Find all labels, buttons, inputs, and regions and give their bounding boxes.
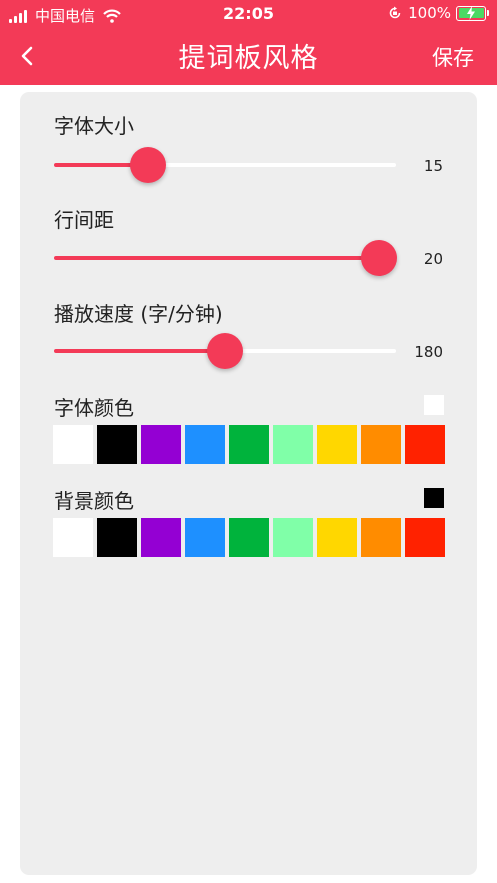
font-color-swatch[interactable] bbox=[405, 425, 445, 464]
font-size-slider[interactable] bbox=[54, 145, 396, 185]
speed-value: 180 bbox=[414, 343, 443, 361]
font-color-preview bbox=[424, 395, 444, 415]
bg-color-swatch[interactable] bbox=[317, 518, 357, 557]
bg-color-swatch[interactable] bbox=[405, 518, 445, 557]
slider-thumb[interactable] bbox=[207, 333, 243, 369]
font-color-swatch[interactable] bbox=[273, 425, 313, 464]
font-color-label: 字体颜色 bbox=[54, 396, 134, 420]
save-button[interactable]: 保存 bbox=[432, 42, 474, 72]
bg-color-swatch[interactable] bbox=[361, 518, 401, 557]
page-title: 提词板风格 bbox=[178, 43, 319, 74]
font-size-value: 15 bbox=[423, 157, 443, 175]
font-color-swatch[interactable] bbox=[229, 425, 269, 464]
font-color-swatch[interactable] bbox=[53, 425, 93, 464]
font-color-swatch[interactable] bbox=[361, 425, 401, 464]
slider-thumb[interactable] bbox=[130, 147, 167, 183]
status-bar: 中国电信 22:05 100% bbox=[0, 0, 497, 28]
bg-color-label: 背景颜色 bbox=[54, 489, 134, 513]
bg-color-swatch[interactable] bbox=[185, 518, 225, 557]
bg-color-swatch[interactable] bbox=[273, 518, 313, 557]
font-color-swatch[interactable] bbox=[97, 425, 137, 464]
bg-color-swatch[interactable] bbox=[53, 518, 93, 557]
line-spacing-label: 行间距 bbox=[54, 208, 114, 232]
battery-percent: 100% bbox=[408, 4, 451, 22]
bg-color-swatch[interactable] bbox=[141, 518, 181, 557]
line-spacing-slider[interactable] bbox=[54, 238, 397, 278]
orientation-lock-icon bbox=[389, 6, 401, 19]
font-color-swatch[interactable] bbox=[317, 425, 357, 464]
font-color-palette bbox=[53, 425, 445, 464]
font-size-label: 字体大小 bbox=[54, 114, 134, 138]
font-color-swatch[interactable] bbox=[185, 425, 225, 464]
bg-color-swatch[interactable] bbox=[229, 518, 269, 557]
battery-icon bbox=[456, 5, 486, 21]
font-color-swatch[interactable] bbox=[141, 425, 181, 464]
slider-thumb[interactable] bbox=[360, 240, 397, 276]
bg-color-swatch[interactable] bbox=[97, 518, 137, 557]
speed-label: 播放速度 (字/分钟) bbox=[54, 302, 223, 326]
speed-slider[interactable] bbox=[54, 331, 396, 371]
top-bar: 中国电信 22:05 100% 提词板风格 保存 bbox=[0, 0, 497, 85]
nav-bar: 提词板风格 保存 bbox=[0, 28, 497, 85]
bg-color-preview bbox=[424, 488, 444, 508]
bg-color-palette bbox=[53, 518, 445, 557]
line-spacing-value: 20 bbox=[423, 250, 443, 268]
